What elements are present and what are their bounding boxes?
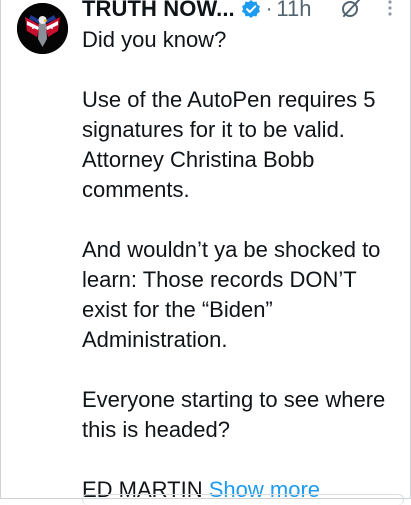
post[interactable]: TRUTH NOW... · 11h Did you know? Use of … [0, 0, 411, 505]
post-paragraph: Use of the AutoPen requires 5 signatures… [82, 87, 376, 202]
author-name[interactable]: TRUTH NOW... [82, 0, 235, 22]
eagle-flag-avatar-icon [17, 3, 68, 54]
post-paragraph: Everyone starting to see where this is h… [82, 387, 386, 442]
separator-dot: · [265, 0, 273, 20]
grok-icon[interactable] [340, 0, 362, 19]
post-paragraph: Did you know? [82, 27, 227, 52]
post-paragraph: And wouldn’t ya be shocked to learn: Tho… [82, 237, 381, 352]
author-avatar[interactable] [17, 3, 68, 54]
post-time[interactable]: 11h [276, 0, 311, 22]
post-text: Did you know? Use of the AutoPen require… [82, 25, 402, 505]
post-header: TRUTH NOW... · 11h [82, 0, 402, 24]
more-vertical-icon[interactable] [387, 0, 393, 20]
verified-badge-icon [241, 0, 261, 19]
